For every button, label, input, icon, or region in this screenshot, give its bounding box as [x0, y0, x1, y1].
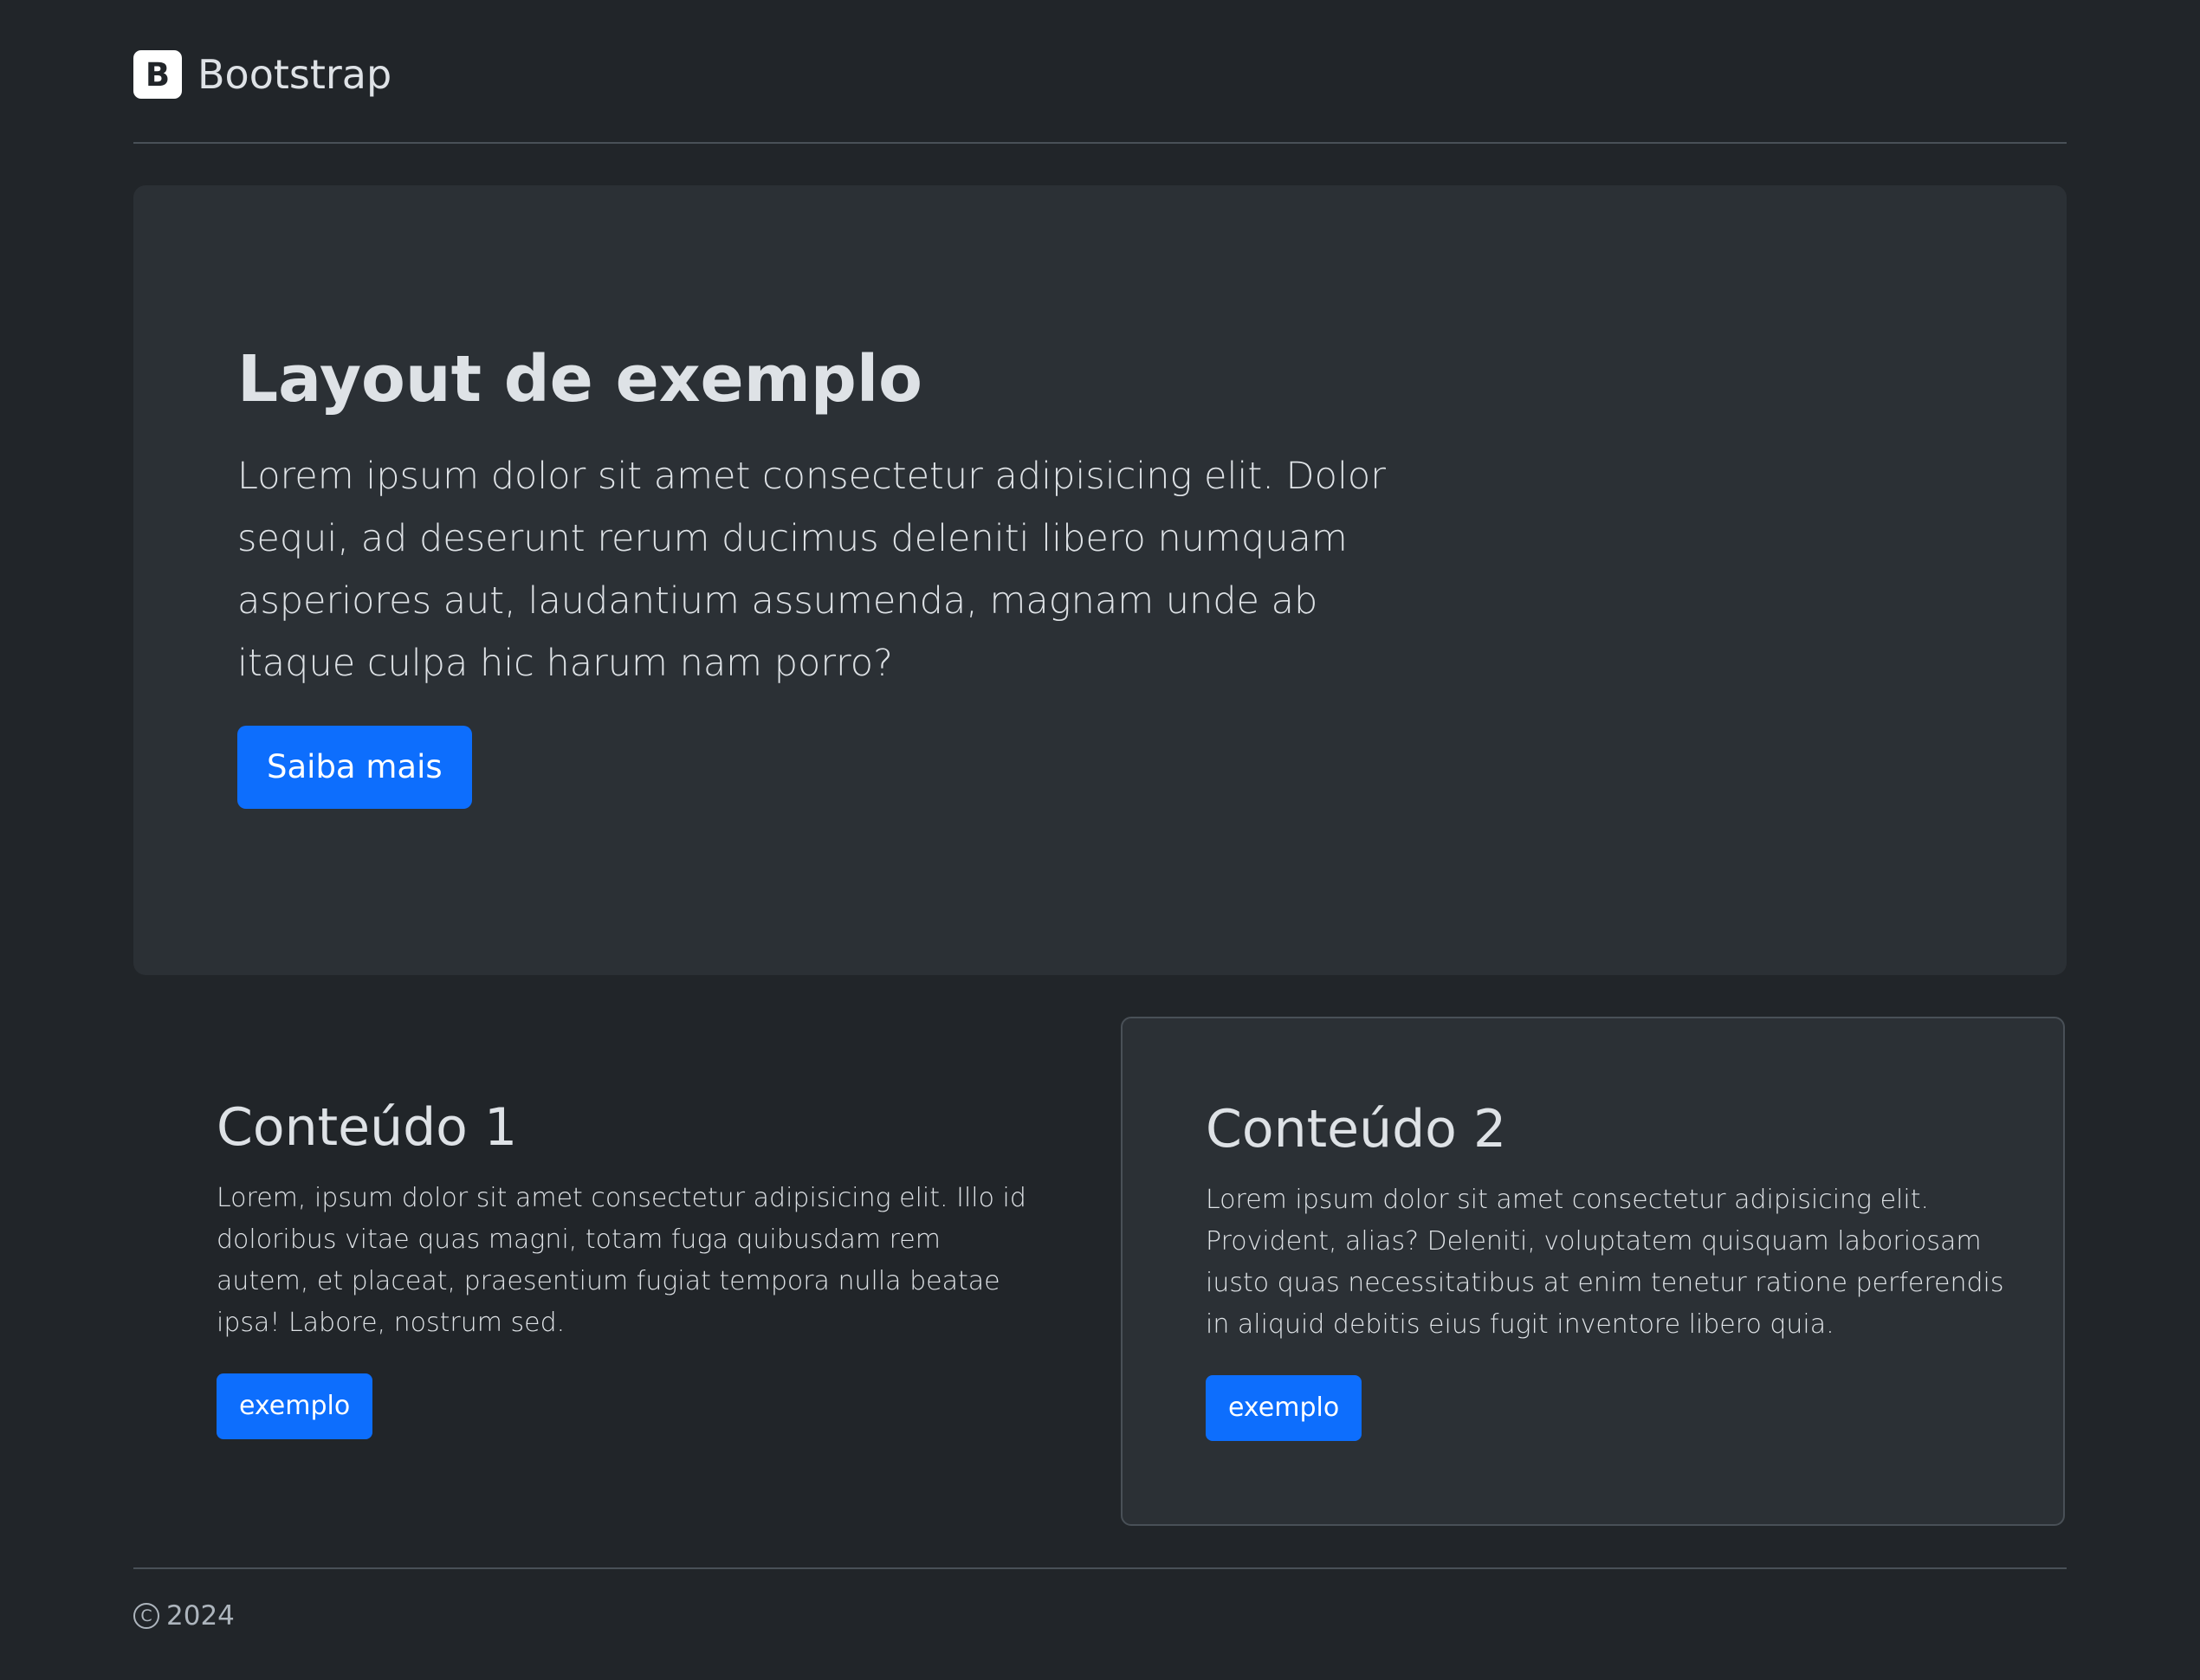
- content-1-title: Conteúdo 1: [217, 1097, 518, 1158]
- brand-link[interactable]: B Bootstrap: [133, 50, 391, 99]
- content-2-text: Lorem ipsum dolor sit amet consectetur a…: [1206, 1185, 2004, 1340]
- footer: C 2024: [133, 1567, 2067, 1632]
- content-column-1: Conteúdo 1 Lorem, ipsum dolor sit amet c…: [133, 1017, 1077, 1526]
- content-2-title: Conteúdo 2: [1206, 1099, 1507, 1160]
- hero-text: Lorem ipsum dolor sit amet consectetur a…: [237, 455, 1386, 685]
- footer-year: 2024: [166, 1600, 235, 1632]
- content-column-2: Conteúdo 2 Lorem ipsum dolor sit amet co…: [1121, 1017, 2065, 1526]
- hero-title: Layout de exemplo: [237, 342, 923, 417]
- copyright-icon: C: [133, 1603, 159, 1629]
- page: B Bootstrap Layout de exemplo Lorem ipsu…: [0, 0, 2200, 1680]
- content-2-exemplo-button[interactable]: exemplo: [1206, 1375, 1362, 1441]
- bootstrap-logo-icon: B: [133, 50, 182, 99]
- header: B Bootstrap: [133, 42, 2067, 144]
- content-1-text: Lorem, ipsum dolor sit amet consectetur …: [217, 1183, 1026, 1338]
- saiba-mais-button[interactable]: Saiba mais: [237, 726, 472, 809]
- footer-copyright: C 2024: [133, 1600, 2067, 1632]
- brand-name: Bootstrap: [197, 51, 392, 98]
- content-1-exemplo-button[interactable]: exemplo: [217, 1373, 373, 1439]
- hero-section: Layout de exemplo Lorem ipsum dolor sit …: [133, 185, 2067, 975]
